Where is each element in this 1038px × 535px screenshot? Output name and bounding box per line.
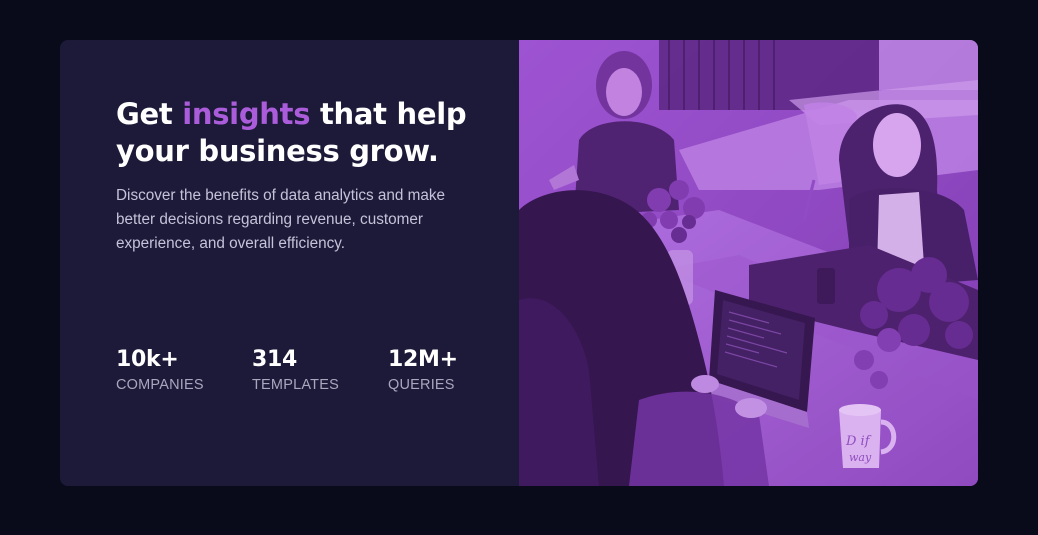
- headline-prefix: Get: [116, 97, 183, 131]
- headline: Get insights that help your business gro…: [116, 96, 476, 170]
- header-image: D if way: [519, 40, 978, 486]
- stat-templates: 314 TEMPLATES: [252, 346, 388, 394]
- stat-value: 12M+: [388, 347, 458, 372]
- stats-row: 10k+ COMPANIES 314 TEMPLATES 12M+ QUERIE…: [116, 346, 508, 394]
- stat-label: COMPANIES: [116, 377, 204, 393]
- stat-label: TEMPLATES: [252, 377, 339, 393]
- stats-preview-card: Get insights that help your business gro…: [60, 40, 978, 486]
- stat-value: 314: [252, 347, 298, 372]
- stat-value: 10k+: [116, 347, 179, 372]
- headline-accent: insights: [182, 97, 311, 131]
- stat-queries: 12M+ QUERIES: [388, 346, 508, 394]
- card-content: Get insights that help your business gro…: [60, 40, 519, 486]
- stat-label: QUERIES: [388, 377, 455, 393]
- description: Discover the benefits of data analytics …: [116, 187, 446, 252]
- stat-companies: 10k+ COMPANIES: [116, 346, 252, 394]
- office-team-photo: D if way: [519, 40, 978, 486]
